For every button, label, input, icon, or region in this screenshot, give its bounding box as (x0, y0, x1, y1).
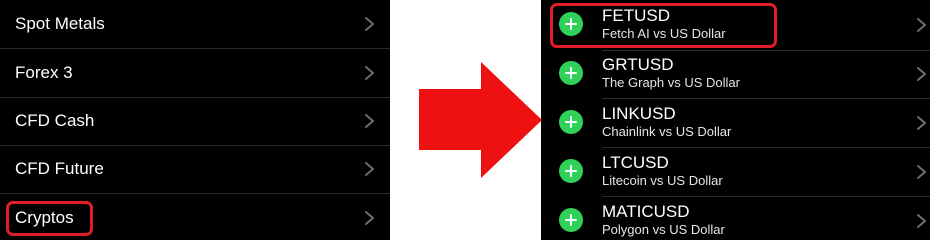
category-item-label: Spot Metals (15, 14, 105, 33)
plus-circle-icon[interactable] (559, 208, 583, 232)
category-list-panel: Spot Metals Forex 3 CFD Cash CFD Future … (0, 0, 390, 240)
chevron-right-icon (916, 17, 928, 33)
plus-circle-icon[interactable] (559, 61, 583, 85)
symbol-list-panel: FETUSD Fetch AI vs US Dollar GRTUSD The … (541, 0, 930, 240)
symbol-description: Chainlink vs US Dollar (602, 124, 732, 139)
category-item-cfd-future[interactable]: CFD Future (0, 145, 390, 193)
symbol-name: LINKUSD (602, 104, 676, 123)
chevron-right-icon (364, 65, 376, 81)
symbol-description: Litecoin vs US Dollar (602, 173, 723, 188)
category-item-label: Forex 3 (15, 63, 73, 82)
chevron-right-icon (364, 210, 376, 226)
symbol-description: Polygon vs US Dollar (602, 222, 725, 237)
chevron-right-icon (916, 164, 928, 180)
chevron-right-icon (916, 115, 928, 131)
symbol-description: The Graph vs US Dollar (602, 75, 740, 90)
symbol-item-grtusd[interactable]: GRTUSD The Graph vs US Dollar (541, 49, 930, 97)
chevron-right-icon (364, 113, 376, 129)
symbol-item-maticusd[interactable]: MATICUSD Polygon vs US Dollar (541, 196, 930, 240)
chevron-right-icon (364, 161, 376, 177)
fetusd-highlight-box (550, 3, 777, 48)
plus-circle-icon[interactable] (559, 159, 583, 183)
symbol-item-linkusd[interactable]: LINKUSD Chainlink vs US Dollar (541, 98, 930, 146)
category-item-cfd-cash[interactable]: CFD Cash (0, 97, 390, 145)
category-item-forex-3[interactable]: Forex 3 (0, 49, 390, 97)
category-item-label: CFD Future (15, 159, 104, 178)
chevron-right-icon (916, 66, 928, 82)
chevron-right-icon (916, 213, 928, 229)
category-item-spot-metals[interactable]: Spot Metals (0, 0, 390, 48)
symbol-item-ltcusd[interactable]: LTCUSD Litecoin vs US Dollar (541, 147, 930, 195)
symbol-name: MATICUSD (602, 202, 690, 221)
cryptos-highlight-box (6, 201, 93, 236)
category-item-label: CFD Cash (15, 111, 95, 130)
symbol-name: LTCUSD (602, 153, 669, 172)
plus-circle-icon[interactable] (559, 110, 583, 134)
right-arrow-icon (419, 62, 542, 178)
symbol-name: GRTUSD (602, 55, 674, 74)
chevron-right-icon (364, 16, 376, 32)
